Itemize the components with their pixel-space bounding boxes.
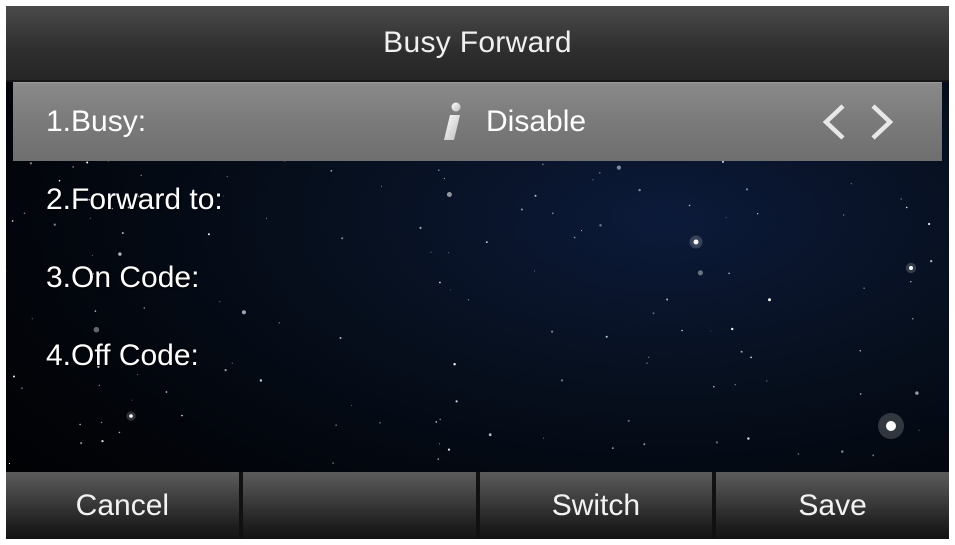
info-icon <box>444 102 461 140</box>
busy-label: 1.Busy: <box>46 105 147 138</box>
switch-button[interactable]: Switch <box>479 472 713 539</box>
on-code-label: 3.On Code: <box>46 261 200 294</box>
chevron-right-icon[interactable] <box>869 103 895 141</box>
display-area: Busy Forward 1.Busy: Disable 2.Forward t… <box>6 6 949 539</box>
off-code-row[interactable]: 4.Off Code: <box>6 317 949 395</box>
forward-to-row[interactable]: 2.Forward to: <box>6 161 949 239</box>
busy-value: Disable <box>486 105 587 138</box>
cancel-button[interactable]: Cancel <box>6 472 239 539</box>
phone-screen: Busy Forward 1.Busy: Disable 2.Forward t… <box>0 0 955 545</box>
save-button[interactable]: Save <box>716 472 949 539</box>
forward-to-label: 2.Forward to: <box>46 183 223 216</box>
on-code-row[interactable]: 3.On Code: <box>6 239 949 317</box>
chevron-left-icon[interactable] <box>821 103 847 141</box>
off-code-label: 4.Off Code: <box>46 339 199 372</box>
title-bar: Busy Forward <box>6 6 949 82</box>
settings-list: 1.Busy: Disable 2.Forward to: 3.On Code:… <box>6 82 949 395</box>
page-title: Busy Forward <box>383 26 572 59</box>
empty-softkey[interactable] <box>242 472 476 539</box>
busy-row[interactable]: 1.Busy: Disable <box>13 82 942 161</box>
softkey-bar: Cancel Switch Save <box>6 472 949 539</box>
